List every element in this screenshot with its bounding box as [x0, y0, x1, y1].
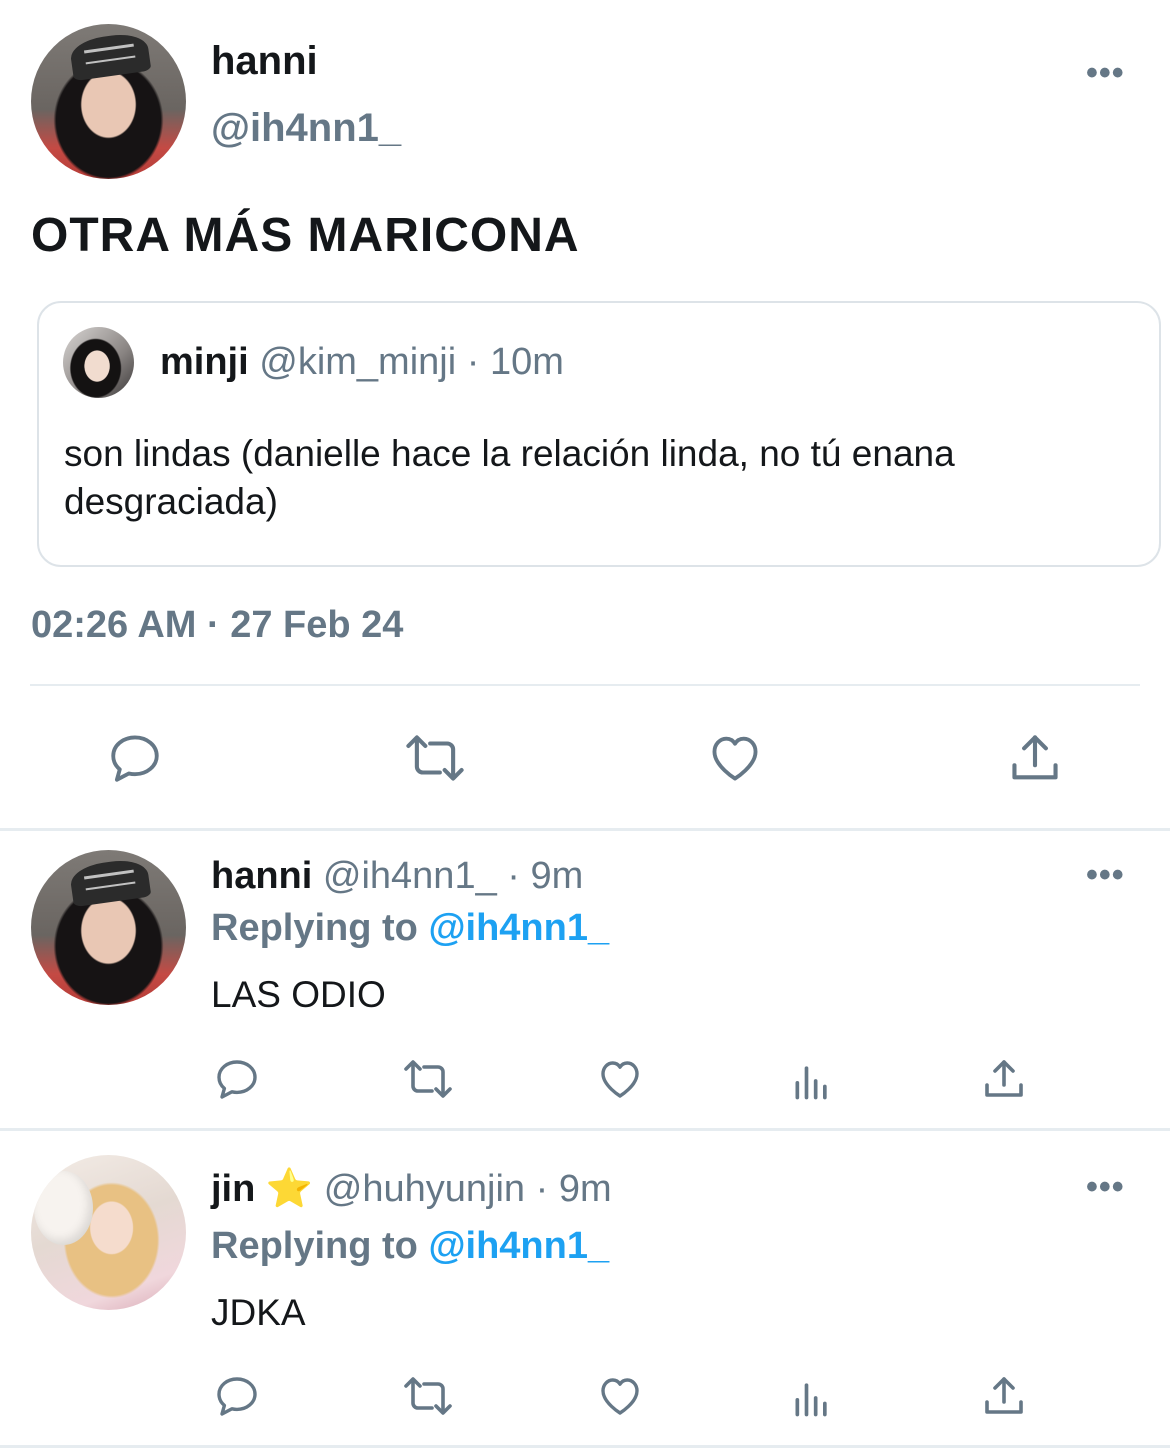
reply-text: LAS ODIO: [211, 974, 386, 1015]
main-tweet-display-name[interactable]: hanni: [211, 39, 318, 84]
main-tweet-handle[interactable]: @ih4nn1_: [211, 106, 401, 151]
quoted-tweet-handle[interactable]: @kim_minji: [259, 341, 456, 383]
section-divider: [0, 828, 1170, 831]
avatar-hat-graphic: [68, 31, 152, 82]
replying-to-handle-link[interactable]: @ih4nn1_: [428, 1225, 609, 1267]
retweet-icon[interactable]: [400, 1055, 456, 1103]
reply-avatar[interactable]: [31, 1155, 186, 1310]
retweet-icon[interactable]: [401, 729, 469, 787]
reply-icon[interactable]: [213, 1372, 261, 1420]
reply-handle[interactable]: @huhyunjin: [324, 1168, 525, 1210]
reply-header: jin ⭐ @huhyunjin · 9m: [211, 1167, 612, 1211]
replying-to-label: Replying to: [211, 907, 418, 949]
quoted-tweet-avatar[interactable]: [63, 327, 134, 398]
avatar-mitten-graphic: [34, 1170, 93, 1245]
star-badge-icon: ⭐: [265, 1168, 314, 1210]
reply-header: hanni @ih4nn1_ · 9m: [211, 855, 583, 898]
timestamp-divider: [30, 684, 1140, 686]
quoted-tweet-text: son lindas (danielle hace la relación li…: [64, 433, 955, 522]
views-icon[interactable]: [789, 1059, 835, 1103]
avatar-hat-graphic: [68, 857, 152, 908]
like-icon[interactable]: [705, 729, 765, 787]
quoted-tweet-header: minji @kim_minji · 10m: [160, 341, 564, 384]
retweet-icon[interactable]: [400, 1372, 456, 1420]
section-divider: [0, 1445, 1170, 1448]
quoted-tweet-display-name[interactable]: minji: [160, 341, 249, 383]
reply-display-name[interactable]: jin: [211, 1168, 255, 1210]
main-tweet-avatar[interactable]: [31, 24, 186, 179]
reply-more-icon[interactable]: •••: [1086, 858, 1125, 892]
replying-to-label: Replying to: [211, 1225, 418, 1267]
main-tweet-text: OTRA MÁS MARICONA: [31, 209, 580, 262]
reply-text: JDKA: [211, 1292, 306, 1333]
reply-more-icon[interactable]: •••: [1086, 1170, 1125, 1204]
replying-to-line: Replying to @ih4nn1_: [211, 1225, 609, 1268]
share-icon[interactable]: [1006, 729, 1064, 787]
quoted-tweet-time: · 10m: [466, 341, 564, 383]
reply-display-name[interactable]: hanni: [211, 855, 312, 897]
views-icon[interactable]: [789, 1376, 835, 1420]
reply-icon[interactable]: [213, 1055, 261, 1103]
reply-avatar[interactable]: [31, 850, 186, 1005]
reply-time: · 9m: [507, 855, 584, 897]
reply-time: · 9m: [535, 1168, 612, 1210]
reply-handle[interactable]: @ih4nn1_: [323, 855, 497, 897]
main-tweet-more-icon[interactable]: •••: [1086, 56, 1125, 90]
share-icon[interactable]: [980, 1372, 1028, 1420]
share-icon[interactable]: [980, 1055, 1028, 1103]
section-divider: [0, 1128, 1170, 1131]
replying-to-handle-link[interactable]: @ih4nn1_: [428, 907, 609, 949]
replying-to-line: Replying to @ih4nn1_: [211, 907, 609, 950]
like-icon[interactable]: [596, 1055, 644, 1103]
like-icon[interactable]: [596, 1372, 644, 1420]
main-tweet-timestamp: 02:26 AM · 27 Feb 24: [31, 604, 404, 646]
reply-icon[interactable]: [105, 729, 165, 787]
